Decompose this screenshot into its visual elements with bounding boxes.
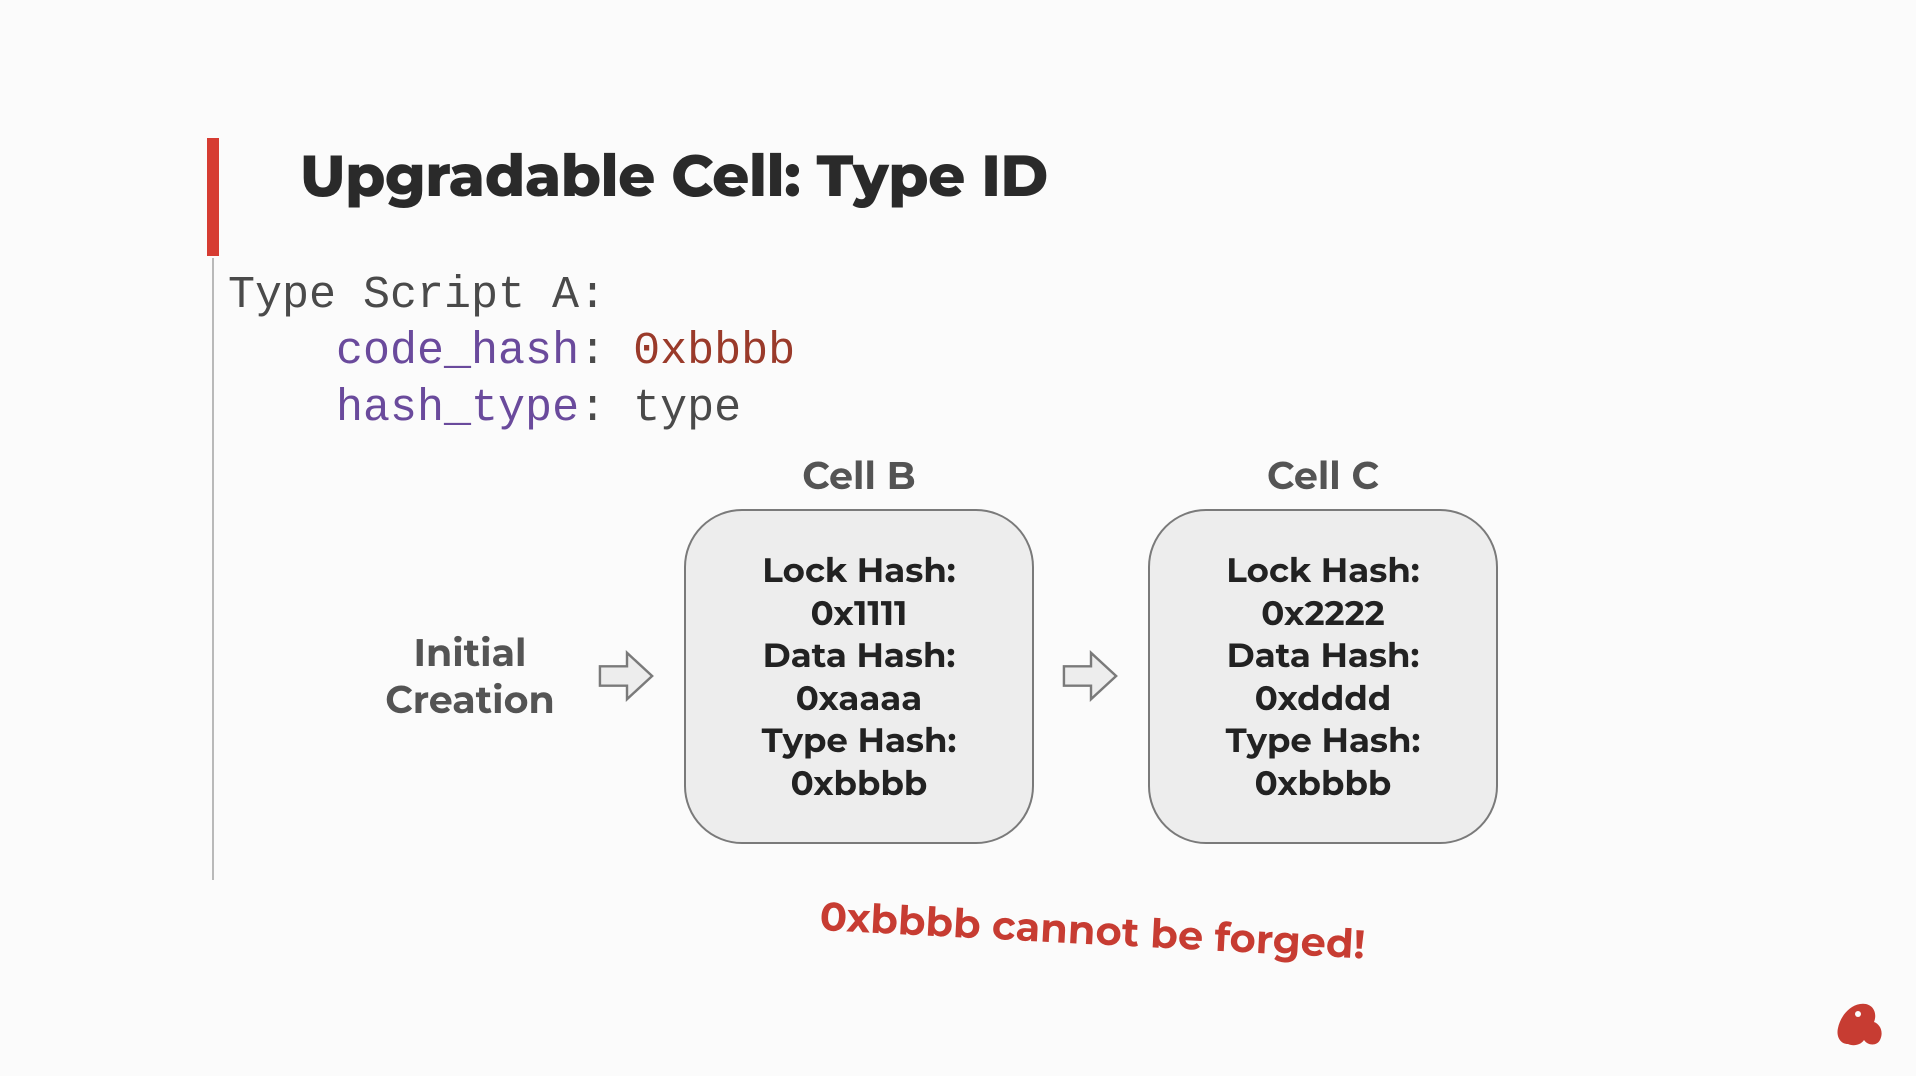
cell-b-data-val: 0xaaaa bbox=[796, 677, 923, 720]
initial-label-line1: Initial bbox=[413, 629, 526, 676]
cell-c-data-val: 0xdddd bbox=[1255, 677, 1392, 720]
cell-c-data-label: Data Hash: bbox=[1227, 634, 1420, 677]
cell-c-lock-val: 0x2222 bbox=[1261, 592, 1385, 635]
cell-c-box: Lock Hash: 0x2222 Data Hash: 0xdddd Type… bbox=[1148, 509, 1498, 844]
cell-b-data-label: Data Hash: bbox=[763, 634, 956, 677]
cell-c-group: Cell C Lock Hash: 0x2222 Data Hash: 0xdd… bbox=[1148, 452, 1498, 844]
slide-stage: Upgradable Cell: Type ID Type Script A: … bbox=[0, 0, 1916, 1076]
cell-c-type-val: 0xbbbb bbox=[1255, 762, 1392, 805]
cell-b-label: Cell B bbox=[802, 452, 915, 499]
initial-creation-label: Initial Creation bbox=[370, 629, 570, 724]
title-accent-bar bbox=[207, 138, 219, 256]
arrow-right-icon bbox=[598, 647, 656, 705]
arrow-right-icon bbox=[1062, 647, 1120, 705]
code-val-code-hash: 0xbbbb bbox=[633, 326, 795, 377]
logo-icon bbox=[1830, 996, 1886, 1051]
cell-c-type-label: Type Hash: bbox=[1226, 719, 1421, 762]
cell-c-label: Cell C bbox=[1267, 452, 1379, 499]
slide-title: Upgradable Cell: Type ID bbox=[300, 140, 1048, 211]
cell-b-type-label: Type Hash: bbox=[762, 719, 957, 762]
flow-row: Initial Creation Cell B Lock Hash: 0x111… bbox=[370, 480, 1498, 872]
code-key-code-hash: code_hash bbox=[336, 326, 579, 377]
code-key-hash-type: hash_type bbox=[336, 383, 579, 434]
initial-label-line2: Creation bbox=[385, 676, 555, 723]
type-script-code: Type Script A: code_hash: 0xbbbb hash_ty… bbox=[228, 268, 795, 437]
cell-b-group: Cell B Lock Hash: 0x1111 Data Hash: 0xaa… bbox=[684, 452, 1034, 844]
code-val-hash-type: type bbox=[633, 383, 741, 434]
cell-b-type-val: 0xbbbb bbox=[791, 762, 928, 805]
forged-note: 0xbbbb cannot be forged! bbox=[819, 892, 1367, 970]
cell-c-lock-label: Lock Hash: bbox=[1226, 549, 1419, 592]
cell-b-lock-val: 0x1111 bbox=[811, 592, 908, 635]
vertical-divider bbox=[212, 258, 214, 880]
cell-b-lock-label: Lock Hash: bbox=[762, 549, 955, 592]
cell-b-box: Lock Hash: 0x1111 Data Hash: 0xaaaa Type… bbox=[684, 509, 1034, 844]
code-line-1: Type Script A: bbox=[228, 270, 606, 321]
